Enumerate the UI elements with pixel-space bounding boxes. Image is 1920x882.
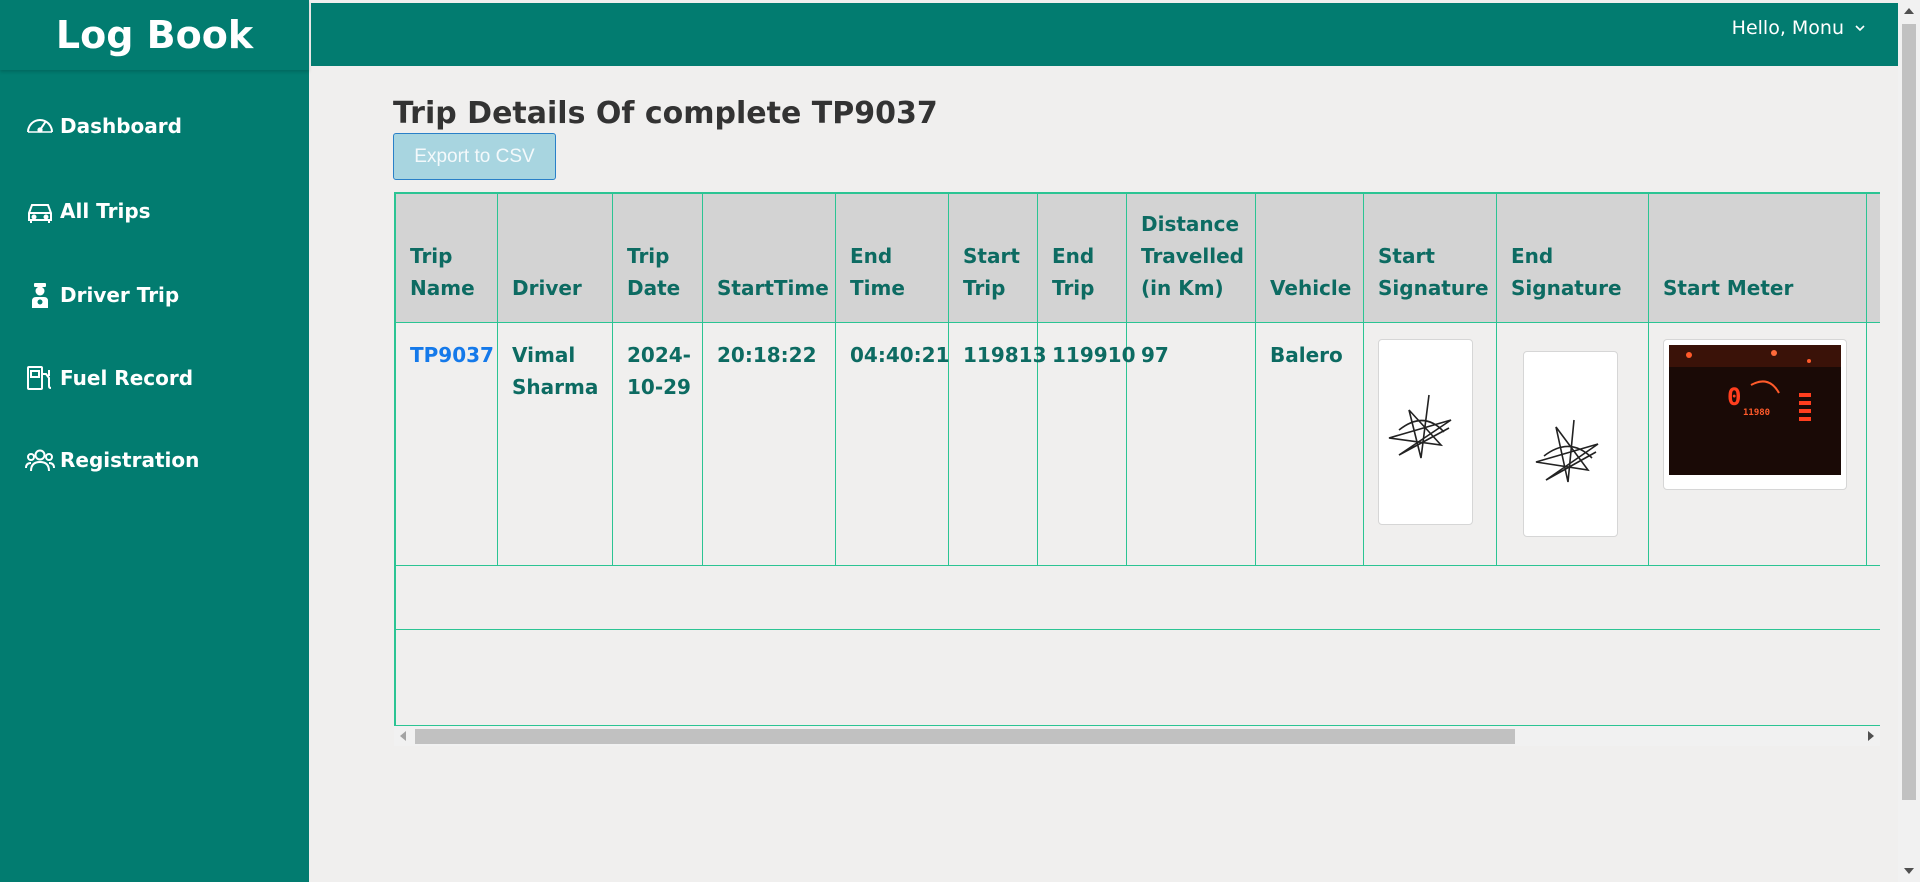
- start-signature-image[interactable]: [1378, 339, 1473, 525]
- car-icon: [28, 204, 52, 223]
- end-trip-cell: 119910: [1037, 322, 1136, 566]
- scroll-down-arrow-icon[interactable]: [1904, 868, 1914, 874]
- trip-name-cell: TP9037: [395, 322, 498, 566]
- column-header: Driver: [497, 193, 613, 323]
- fuel-station-icon: [27, 366, 52, 390]
- sidebar-item-registration[interactable]: Registration: [24, 440, 199, 480]
- end-signature-image[interactable]: [1523, 351, 1618, 537]
- column-header: Trip Date: [612, 193, 703, 323]
- table-header-row: Trip Name Driver Trip Date StartTime End…: [395, 193, 1880, 323]
- driver-icon: [32, 283, 48, 308]
- scroll-right-arrow-icon[interactable]: [1868, 731, 1874, 741]
- empty-cell: [395, 565, 1880, 630]
- chevron-down-icon: [1855, 25, 1865, 32]
- sidebar-item-label: All Trips: [60, 199, 151, 223]
- column-header: Start Signature: [1363, 193, 1497, 323]
- column-header: End Signature: [1496, 193, 1649, 323]
- column-header: End Time: [835, 193, 949, 323]
- trip-details-table: Trip Name Driver Trip Date StartTime End…: [395, 193, 1880, 725]
- sidebar-item-label: Registration: [60, 448, 200, 472]
- overflow-cell: [1866, 322, 1880, 566]
- scroll-up-arrow-icon[interactable]: [1904, 8, 1914, 14]
- scrollbar-thumb[interactable]: [1902, 24, 1916, 800]
- svg-text:0: 0: [1727, 383, 1741, 411]
- svg-text:11980: 11980: [1743, 408, 1770, 418]
- driver-cell: Vimal Sharma: [497, 322, 613, 566]
- user-greeting: Hello, Monu: [1731, 17, 1844, 39]
- distance-cell: 97: [1126, 322, 1256, 566]
- column-header-overflow: [1866, 193, 1880, 323]
- trip-date-cell: 2024-10-29: [612, 322, 703, 566]
- sidebar-item-label: Driver Trip: [60, 283, 180, 307]
- column-header: Start Meter: [1648, 193, 1867, 323]
- top-bar: Hello, Monu: [311, 3, 1898, 66]
- empty-cell: [395, 629, 1880, 725]
- column-header: Trip Name: [395, 193, 498, 323]
- sidebar-item-all-trips[interactable]: All Trips: [24, 191, 151, 231]
- column-header: StartTime: [702, 193, 836, 323]
- scrollbar-thumb[interactable]: [415, 729, 1515, 744]
- speedometer-icon: [27, 119, 53, 133]
- users-icon: [25, 449, 55, 472]
- start-meter-cell: 0 11980: [1648, 322, 1867, 566]
- sidebar: Log Book Dashboard All Trips Driver Trip: [0, 0, 309, 882]
- page-vertical-scrollbar[interactable]: [1898, 0, 1920, 882]
- column-header: Start Trip: [948, 193, 1038, 323]
- column-header: Distance Travelled (in Km): [1126, 193, 1256, 323]
- table-row: TP9037 Vimal Sharma 2024-10-29 20:18:22 …: [395, 322, 1880, 566]
- table-row-empty: [395, 629, 1880, 725]
- sidebar-item-label: Dashboard: [60, 114, 182, 138]
- start-trip-cell: 119813: [948, 322, 1047, 566]
- start-meter-photo[interactable]: 0 11980: [1663, 339, 1847, 490]
- sidebar-item-fuel-record[interactable]: Fuel Record: [24, 358, 193, 398]
- brand-logo[interactable]: Log Book: [0, 0, 309, 70]
- page-title: Trip Details Of complete TP9037: [393, 96, 938, 131]
- column-header: End Trip: [1037, 193, 1127, 323]
- start-time-cell: 20:18:22: [702, 322, 836, 566]
- export-csv-button[interactable]: Export to CSV: [393, 133, 556, 180]
- trip-name-link[interactable]: TP9037: [410, 343, 494, 367]
- user-menu[interactable]: Hello, Monu: [1732, 17, 1866, 39]
- end-signature-cell: [1496, 322, 1649, 566]
- table-horizontal-scrollbar[interactable]: [394, 726, 1880, 746]
- scroll-left-arrow-icon[interactable]: [400, 731, 406, 741]
- column-header: Vehicle: [1255, 193, 1364, 323]
- sidebar-item-dashboard[interactable]: Dashboard: [24, 106, 182, 146]
- sidebar-item-label: Fuel Record: [60, 366, 194, 390]
- end-time-cell: 04:40:21: [835, 322, 950, 566]
- trip-details-table-container: Trip Name Driver Trip Date StartTime End…: [394, 192, 1880, 726]
- start-signature-cell: [1363, 322, 1497, 566]
- sidebar-item-driver-trip[interactable]: Driver Trip: [24, 275, 179, 315]
- vehicle-cell: Balero: [1255, 322, 1364, 566]
- table-row-empty: [395, 565, 1880, 630]
